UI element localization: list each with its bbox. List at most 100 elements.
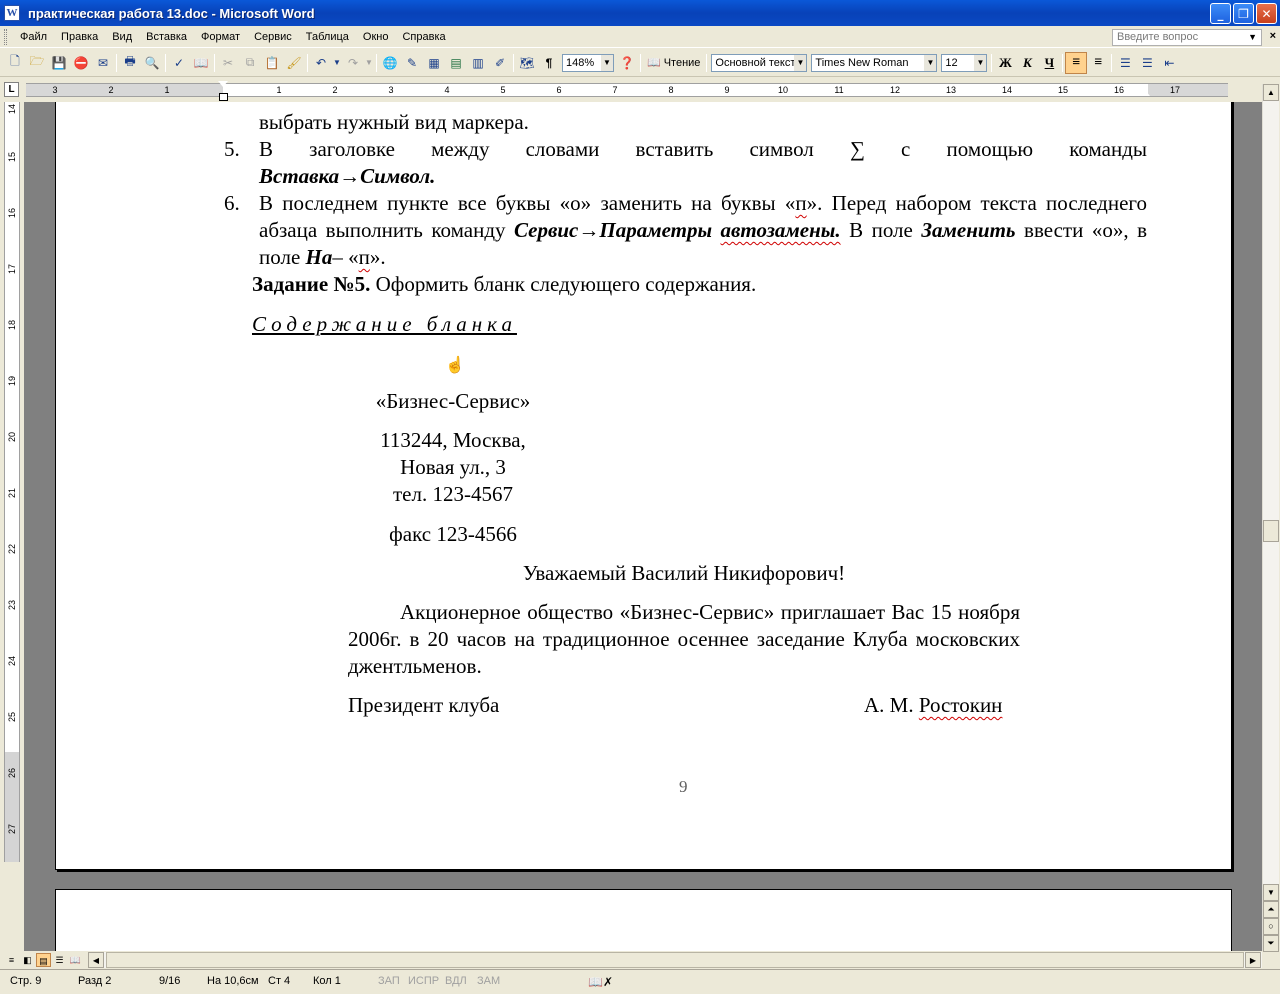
- close-button[interactable]: ✕: [1256, 3, 1277, 24]
- font-select[interactable]: Times New Roman ▼: [811, 53, 938, 72]
- previous-page-button[interactable]: ⏶: [1263, 901, 1279, 918]
- first-line-indent-marker[interactable]: [218, 81, 228, 87]
- research-icon[interactable]: 📖: [190, 52, 212, 74]
- open-folder-icon[interactable]: 🗁: [26, 52, 48, 74]
- scroll-down-button[interactable]: ▼: [1263, 884, 1279, 901]
- ask-dropdown-icon[interactable]: ▼: [1248, 30, 1257, 45]
- paste-icon[interactable]: 📋: [261, 52, 283, 74]
- status-track-changes[interactable]: ИСПР: [408, 975, 439, 987]
- format-painter-icon[interactable]: 🖌: [283, 52, 305, 74]
- document-map-icon[interactable]: 🗺: [516, 52, 538, 74]
- numbering-icon[interactable]: ☰: [1114, 52, 1136, 74]
- permission-icon[interactable]: ⛔: [70, 52, 92, 74]
- menu-grip[interactable]: [4, 28, 7, 45]
- toolbar: 🗋 🗁 💾 ⛔ ✉ 🖶 🔍 ✓ 📖 ✂ ⧉ 📋 🖌 ↶ ▼ ↷ ▼ 🌐 ✎ ▦ …: [0, 49, 1280, 77]
- menu-view[interactable]: Вид: [105, 27, 139, 47]
- menu-insert[interactable]: Вставка: [139, 27, 194, 47]
- zoom-dropdown-icon[interactable]: ▼: [601, 54, 613, 71]
- zoom-select[interactable]: 148% ▼: [562, 53, 614, 72]
- ask-question-input[interactable]: Введите вопрос ▼: [1112, 29, 1262, 46]
- redo-icon[interactable]: ↷: [342, 52, 364, 74]
- right-indent-marker[interactable]: [1140, 90, 1150, 96]
- hyperlink-icon[interactable]: 🌐: [379, 52, 401, 74]
- item6-text-a: В последнем пункте все буквы «о» заменит…: [259, 191, 796, 215]
- outline-view-icon[interactable]: ☰: [52, 953, 67, 967]
- print-layout-view-icon[interactable]: ▤: [36, 953, 51, 967]
- save-icon[interactable]: 💾: [48, 52, 70, 74]
- reading-mode-button[interactable]: 📖 Чтение: [643, 52, 704, 74]
- horizontal-ruler[interactable]: 3 2 1 1 2 3 4 5 6 7 8 9 10 11 12 13 14 1…: [26, 81, 1228, 101]
- help-icon[interactable]: ❓: [616, 52, 638, 74]
- vertical-ruler[interactable]: 14 15 16 17 18 19 20 21 22 23 24 25 26 2…: [4, 102, 20, 862]
- word-app-icon[interactable]: W: [4, 5, 20, 21]
- menu-file[interactable]: Файл: [13, 27, 54, 47]
- menu-table[interactable]: Таблица: [299, 27, 356, 47]
- decrease-indent-icon[interactable]: ⇤: [1158, 52, 1180, 74]
- spelling-icon[interactable]: ✓: [168, 52, 190, 74]
- next-page[interactable]: [55, 889, 1232, 951]
- close-document-button[interactable]: ×: [1270, 30, 1276, 42]
- reading-view-icon[interactable]: 📖: [68, 953, 83, 967]
- font-size-select[interactable]: 12 ▼: [941, 53, 988, 72]
- menu-format[interactable]: Формат: [194, 27, 247, 47]
- undo-icon[interactable]: ↶: [310, 52, 332, 74]
- status-extend[interactable]: ВДЛ: [445, 975, 467, 987]
- maximize-button[interactable]: ❐: [1233, 3, 1254, 24]
- bold-button[interactable]: Ж: [994, 52, 1016, 74]
- horizontal-scroll-thumb[interactable]: [106, 952, 1244, 968]
- status-overtype[interactable]: ЗАМ: [477, 975, 500, 987]
- document-area[interactable]: выбрать нужный вид маркера. 5. В заголов…: [24, 102, 1262, 951]
- menu-help[interactable]: Справка: [395, 27, 452, 47]
- vertical-scrollbar[interactable]: ▲ ▼ ⏶ ○ ⏷: [1262, 84, 1279, 952]
- ruler-row: L 3 2 1 1 2 3 4 5 6 7 8 9 10 11 12 13 14…: [0, 78, 1280, 101]
- item6-text-e: – «: [332, 245, 359, 269]
- show-hide-icon[interactable]: ¶: [538, 52, 560, 74]
- style-select[interactable]: Основной текст ▼: [711, 53, 808, 72]
- tab-selector[interactable]: L: [4, 82, 19, 97]
- item6-command-2: автозамены.: [720, 218, 841, 242]
- align-center-button[interactable]: ≡: [1087, 52, 1109, 74]
- menu-window[interactable]: Окно: [356, 27, 396, 47]
- horizontal-scrollbar[interactable]: ◀ ▶: [88, 952, 1262, 968]
- underline-button[interactable]: Ч: [1038, 52, 1060, 74]
- italic-button[interactable]: К: [1016, 52, 1038, 74]
- drawing-icon[interactable]: ✐: [489, 52, 511, 74]
- font-dropdown-icon[interactable]: ▼: [924, 54, 937, 71]
- left-indent-marker[interactable]: [219, 93, 228, 101]
- status-section: Разд 2: [78, 975, 112, 987]
- print-icon[interactable]: 🖶: [119, 52, 141, 74]
- ruler-number: 14: [1001, 85, 1013, 95]
- web-view-icon[interactable]: ◧: [20, 953, 35, 967]
- normal-view-icon[interactable]: ≡: [4, 953, 19, 967]
- toolbar-separator: [1062, 53, 1064, 72]
- phone-line: тел. 123-4567: [393, 482, 513, 506]
- spelling-status-icon[interactable]: 📖✗: [588, 975, 613, 989]
- email-icon[interactable]: ✉: [92, 52, 114, 74]
- bullets-icon[interactable]: ☰: [1136, 52, 1158, 74]
- new-document-icon[interactable]: 🗋: [4, 52, 26, 74]
- menu-edit[interactable]: Правка: [54, 27, 105, 47]
- cut-icon[interactable]: ✂: [217, 52, 239, 74]
- font-size-dropdown-icon[interactable]: ▼: [974, 54, 987, 71]
- tables-borders-icon[interactable]: ✎: [401, 52, 423, 74]
- copy-icon[interactable]: ⧉: [239, 52, 261, 74]
- columns-icon[interactable]: ▥: [467, 52, 489, 74]
- scroll-left-button[interactable]: ◀: [88, 952, 104, 968]
- menu-tools[interactable]: Сервис: [247, 27, 299, 47]
- undo-dropdown-icon[interactable]: ▼: [332, 52, 342, 74]
- scroll-up-button[interactable]: ▲: [1263, 84, 1279, 101]
- select-browse-object-button[interactable]: ○: [1263, 918, 1279, 935]
- align-left-button[interactable]: ≡: [1065, 51, 1088, 74]
- redo-dropdown-icon[interactable]: ▼: [364, 52, 374, 74]
- style-dropdown-icon[interactable]: ▼: [794, 54, 807, 71]
- insert-excel-icon[interactable]: ▤: [445, 52, 467, 74]
- print-preview-icon[interactable]: 🔍: [141, 52, 163, 74]
- document-page[interactable]: выбрать нужный вид маркера. 5. В заголов…: [55, 102, 1232, 870]
- status-record[interactable]: ЗАП: [378, 975, 400, 987]
- vertical-scroll-thumb[interactable]: [1263, 520, 1279, 542]
- scroll-right-button[interactable]: ▶: [1245, 952, 1261, 968]
- insert-table-icon[interactable]: ▦: [423, 52, 445, 74]
- vruler-number: 20: [7, 432, 17, 443]
- minimize-button[interactable]: _: [1210, 3, 1231, 24]
- next-page-button[interactable]: ⏷: [1263, 935, 1279, 952]
